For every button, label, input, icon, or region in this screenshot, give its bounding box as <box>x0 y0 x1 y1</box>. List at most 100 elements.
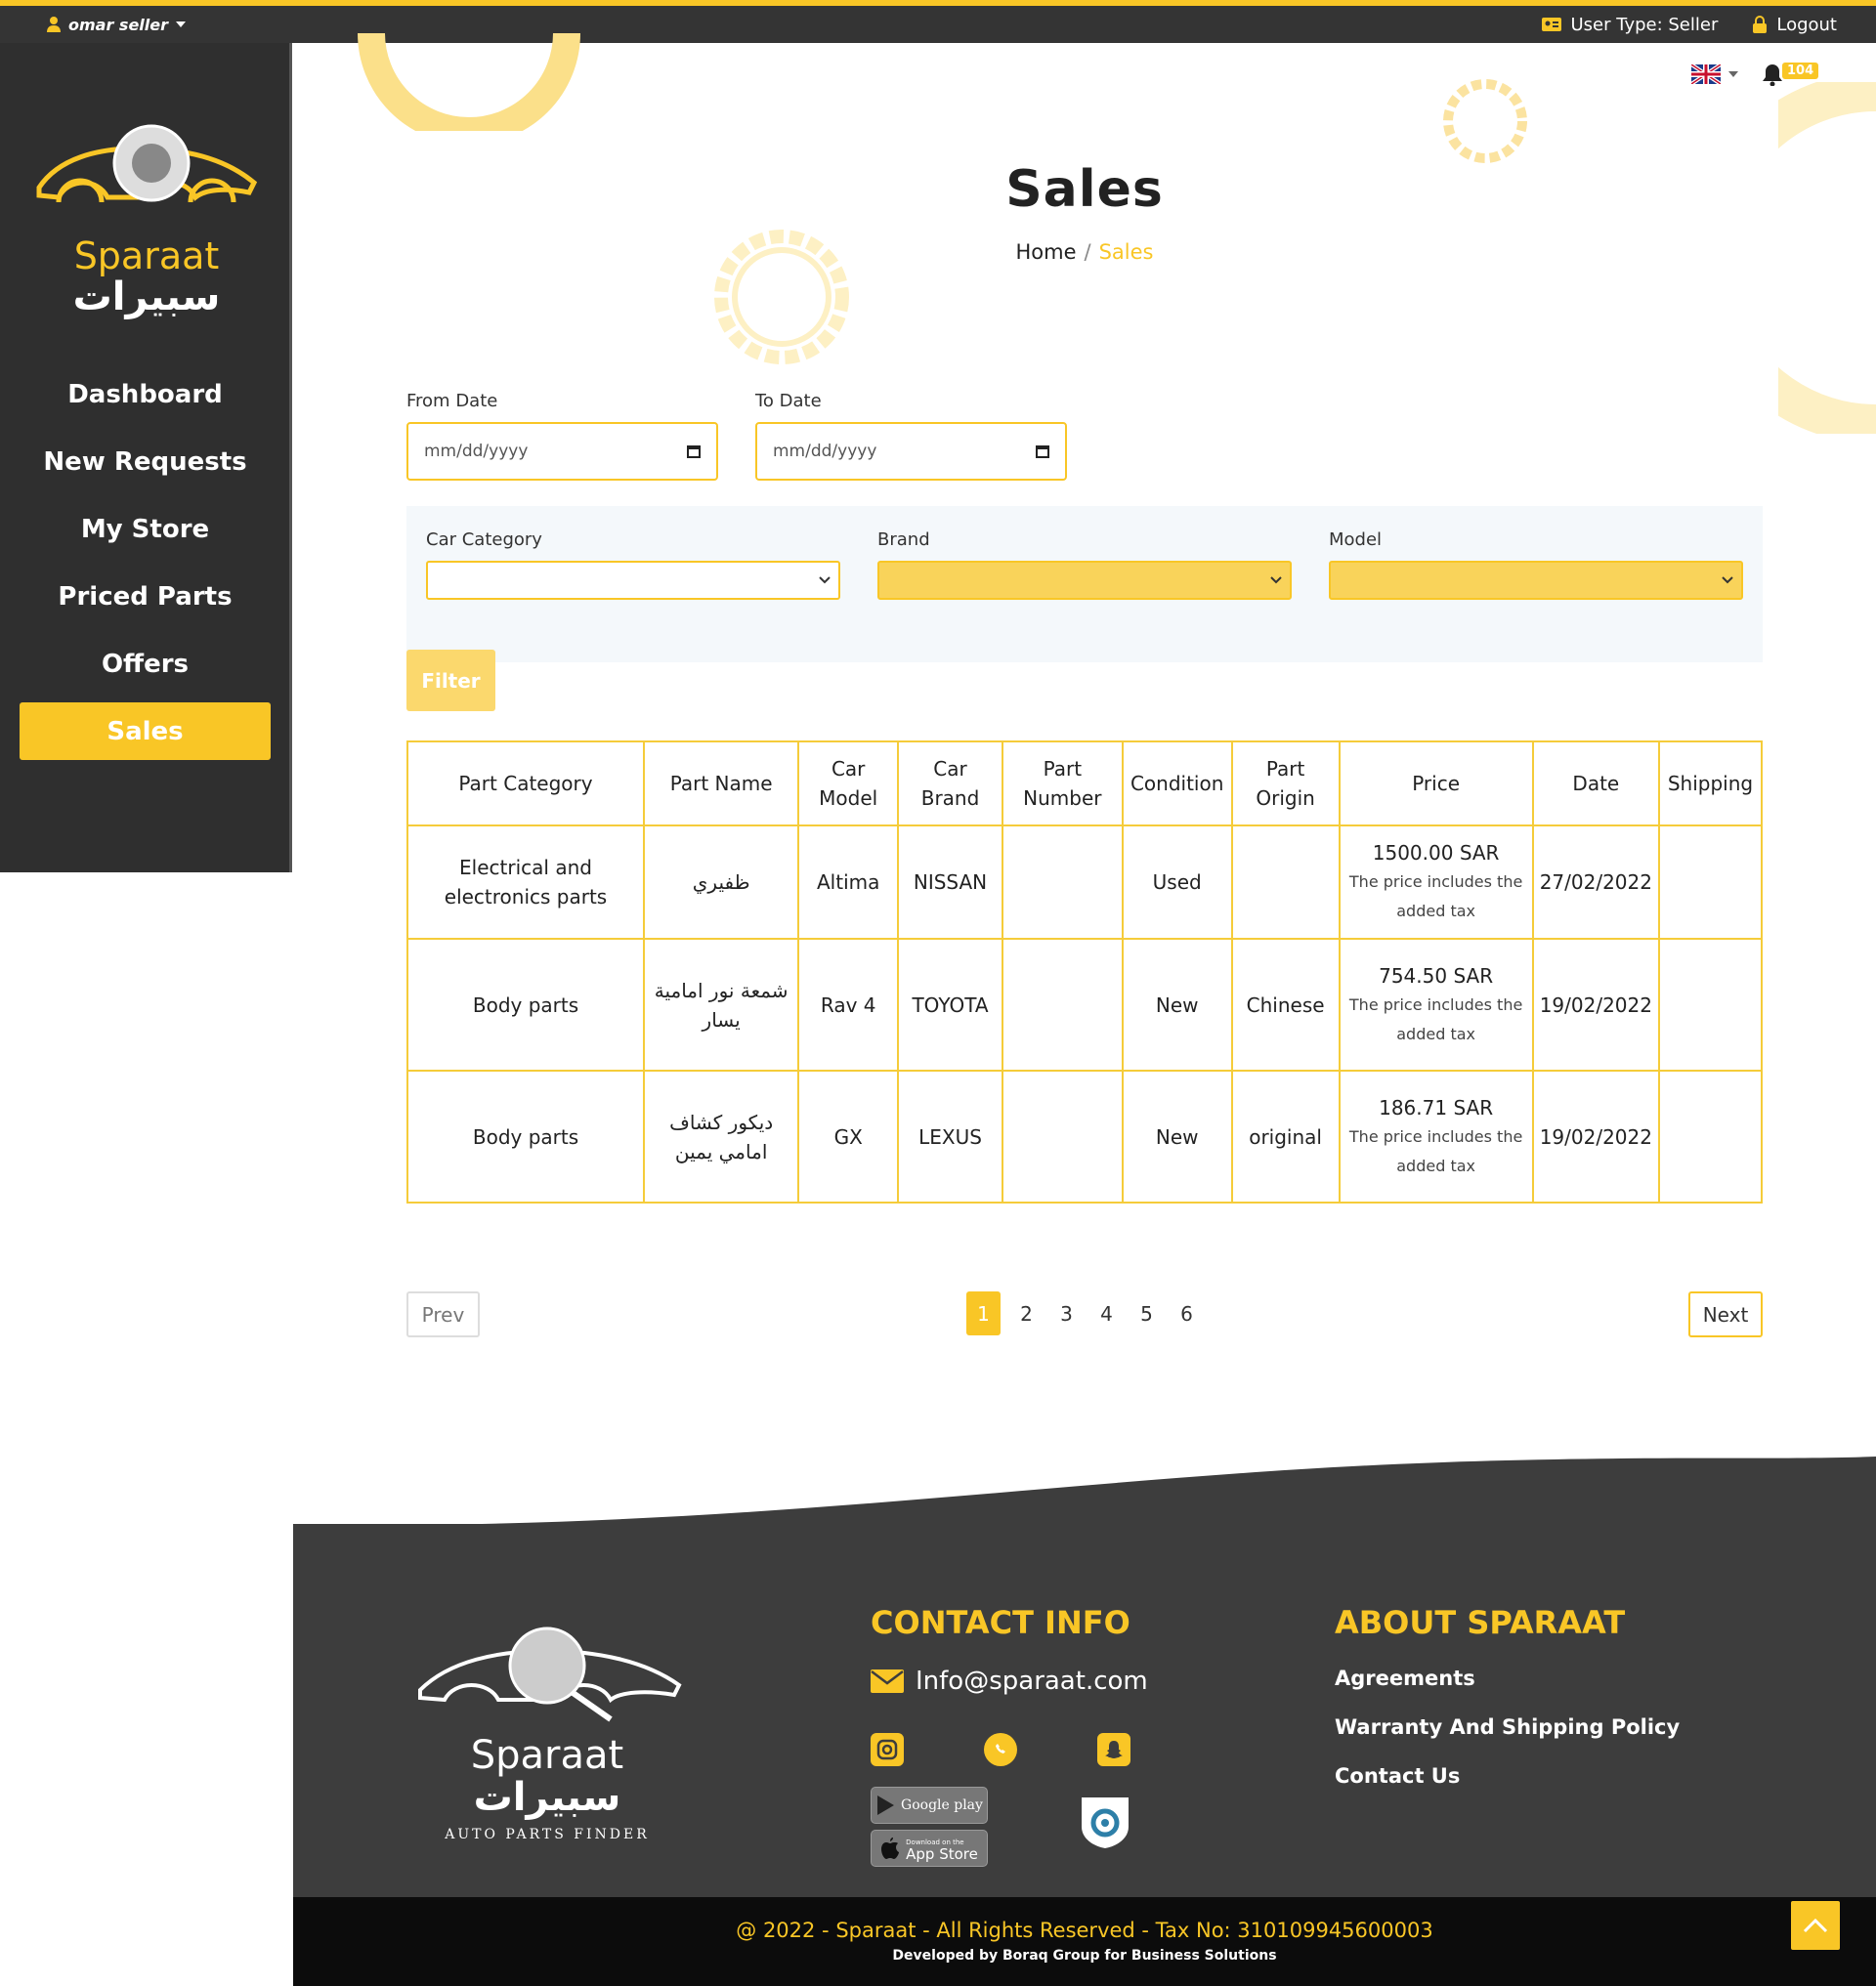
sidebar-nav: Dashboard New Requests My Store Priced P… <box>20 365 271 770</box>
logout-label: Logout <box>1776 14 1837 35</box>
instagram-icon[interactable] <box>871 1733 904 1766</box>
page-link[interactable]: 4 <box>1087 1291 1127 1335</box>
page-title: Sales <box>1005 160 1164 219</box>
language-selector[interactable] <box>1691 64 1738 84</box>
logout-link[interactable]: Logout <box>1753 15 1837 35</box>
google-play-label: Google play <box>901 1797 983 1813</box>
app-store-button[interactable]: Download on the App Store <box>871 1830 988 1867</box>
cell-car-model: GX <box>797 1070 900 1204</box>
sidebar-item-my-store[interactable]: My Store <box>20 500 271 558</box>
header-shipping: Shipping <box>1657 740 1764 826</box>
certification-badge-icon[interactable] <box>1078 1794 1132 1850</box>
app-store-label: App Store <box>906 1845 978 1863</box>
sidebar-item-sales[interactable]: Sales <box>20 702 271 760</box>
header-part-number: Part Number <box>1001 740 1124 826</box>
google-play-button[interactable]: Google play <box>871 1787 988 1824</box>
car-category-select[interactable] <box>426 561 840 600</box>
footer-bottom-bar: @ 2022 - Sparaat - All Rights Reserved -… <box>293 1897 1876 1986</box>
sidebar-item-new-requests[interactable]: New Requests <box>20 433 271 490</box>
cell-date: 19/02/2022 <box>1531 938 1660 1072</box>
snapchat-icon[interactable] <box>1097 1733 1130 1766</box>
cell-shipping <box>1657 824 1764 940</box>
filter-button[interactable]: Filter <box>406 650 495 711</box>
contact-email-text: Info@sparaat.com <box>916 1667 1148 1696</box>
sidebar-item-dashboard[interactable]: Dashboard <box>20 365 271 423</box>
cell-car-brand: LEXUS <box>897 1070 1003 1204</box>
breadcrumb-current: Sales <box>1098 240 1154 264</box>
cell-part-name: ظفيري <box>642 824 800 940</box>
footer-wave <box>293 1457 1876 1530</box>
cell-price: 186.71 SAR The price includes the added ta… <box>1338 1070 1534 1204</box>
model-select[interactable] <box>1329 561 1743 600</box>
table-row: Body parts شمعة نور امامية يسار Rav 4 TOY… <box>406 938 1764 1072</box>
user-type: User Type: Seller <box>1541 14 1719 35</box>
chevron-down-icon <box>1270 576 1282 584</box>
page-link[interactable]: 2 <box>1006 1291 1046 1335</box>
next-button[interactable]: Next <box>1688 1291 1763 1337</box>
footer-link-agreements[interactable]: Agreements <box>1335 1667 1475 1690</box>
cell-price: 1500.00 SAR The price includes the added t… <box>1338 824 1534 940</box>
play-icon <box>877 1796 895 1815</box>
cell-part-origin: original <box>1230 1070 1341 1204</box>
footer-logo[interactable]: Sparaat سبيرات AUTO PARTS FINDER <box>410 1622 684 1842</box>
cell-part-name: شمعة نور امامية يسار <box>642 938 800 1072</box>
chevron-down-icon <box>819 576 831 584</box>
sidebar-logo[interactable]: Sparaat سبيرات <box>20 119 274 317</box>
copyright-text: @ 2022 - Sparaat - All Rights Reserved -… <box>736 1919 1433 1942</box>
cell-part-category: Body parts <box>406 1070 645 1204</box>
to-date-input[interactable]: mm/dd/yyyy <box>755 422 1067 481</box>
header-part-origin: Part Origin <box>1230 740 1341 826</box>
footer-link-contact[interactable]: Contact Us <box>1335 1764 1460 1788</box>
from-date-input[interactable]: mm/dd/yyyy <box>406 422 718 481</box>
brand-label: Brand <box>877 529 930 550</box>
cell-part-number <box>1001 938 1124 1072</box>
cell-part-number <box>1001 824 1124 940</box>
sales-table: Part Category Part Name Car Model Car Bran… <box>406 740 1764 1204</box>
cell-part-origin <box>1230 824 1341 940</box>
sidebar: Sparaat سبيرات Dashboard New Requests My… <box>0 43 292 872</box>
cell-part-number <box>1001 1070 1124 1204</box>
cell-part-category: Body parts <box>406 938 645 1072</box>
table-row: Electrical and electronics parts ظفيري Al… <box>406 824 1764 940</box>
cell-condition: Used <box>1121 824 1233 940</box>
table-row: Body parts ديكور كشاف امامي يمين GX LEXUS… <box>406 1070 1764 1204</box>
header-part-name: Part Name <box>642 740 800 826</box>
cell-shipping <box>1657 938 1764 1072</box>
prev-button[interactable]: Prev <box>406 1291 480 1337</box>
logo-text-en: Sparaat <box>73 234 220 277</box>
cell-shipping <box>1657 1070 1764 1204</box>
whatsapp-icon[interactable] <box>984 1733 1017 1766</box>
user-menu[interactable]: omar seller <box>47 16 187 34</box>
page-link[interactable]: 3 <box>1046 1291 1087 1335</box>
breadcrumb-separator: / <box>1084 240 1091 264</box>
lock-icon <box>1753 16 1768 33</box>
user-type-label: User Type: Seller <box>1570 14 1719 35</box>
back-to-top-button[interactable] <box>1791 1901 1840 1950</box>
breadcrumb-home[interactable]: Home <box>1016 240 1077 264</box>
bell-icon[interactable] <box>1762 63 1783 86</box>
user-icon <box>47 17 61 32</box>
page-link[interactable]: 6 <box>1167 1291 1207 1335</box>
page-link[interactable]: 5 <box>1127 1291 1167 1335</box>
sidebar-item-priced-parts[interactable]: Priced Parts <box>20 568 271 625</box>
notification-badge: 104 <box>1782 63 1819 79</box>
id-card-icon <box>1541 18 1561 31</box>
footer-logo-en: Sparaat <box>470 1733 624 1778</box>
contact-email[interactable]: Info@sparaat.com <box>871 1667 1148 1696</box>
page-numbers: 1 2 3 4 5 6 <box>966 1291 1207 1335</box>
table-header-row: Part Category Part Name Car Model Car Bran… <box>406 740 1764 826</box>
from-date-label: From Date <box>406 391 498 411</box>
brand-select[interactable] <box>877 561 1292 600</box>
header-part-category: Part Category <box>406 740 645 826</box>
cell-condition: New <box>1121 938 1233 1072</box>
cell-price: 754.50 SAR The price includes the added ta… <box>1338 938 1534 1072</box>
sidebar-item-offers[interactable]: Offers <box>20 635 271 693</box>
footer-link-warranty[interactable]: Warranty And Shipping Policy <box>1335 1715 1680 1739</box>
header-car-model: Car Model <box>797 740 900 826</box>
page-link[interactable]: 1 <box>966 1291 1001 1335</box>
chevron-down-icon <box>1722 576 1733 584</box>
cell-car-brand: TOYOTA <box>897 938 1003 1072</box>
from-date-placeholder: mm/dd/yyyy <box>424 442 529 461</box>
cell-car-model: Rav 4 <box>797 938 900 1072</box>
cell-condition: New <box>1121 1070 1233 1204</box>
